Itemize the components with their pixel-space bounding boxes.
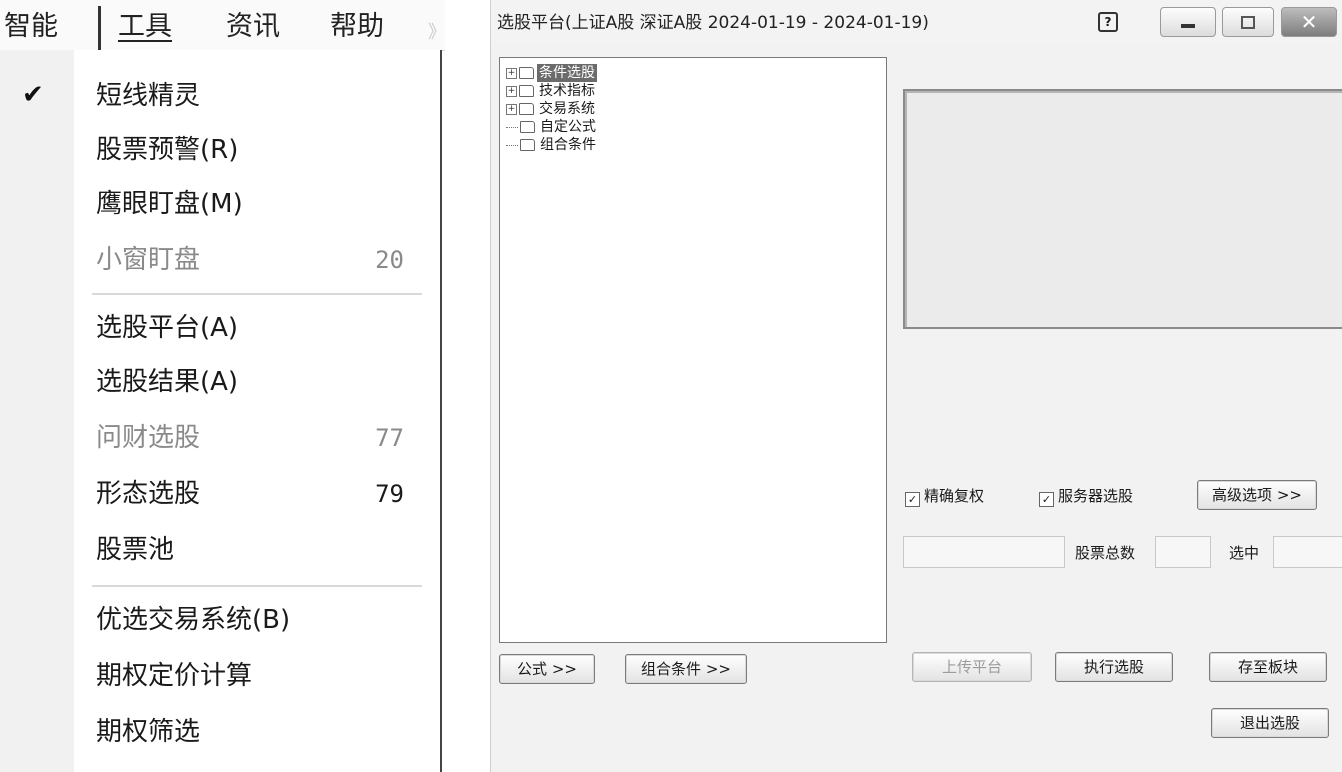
- minimize-icon: [1181, 24, 1195, 28]
- menu-item-label: 股票池: [96, 535, 175, 565]
- selected-count-field: [1273, 536, 1342, 568]
- menu-separator: [92, 585, 422, 587]
- upload-platform-button[interactable]: 上传平台: [912, 652, 1032, 682]
- menu-item-label: 短线精灵: [96, 81, 201, 111]
- close-icon: ✕: [1300, 10, 1318, 34]
- help-icon: ?: [1098, 12, 1118, 32]
- menu-smart[interactable]: 智能: [4, 10, 58, 44]
- folder-icon: [519, 85, 534, 97]
- menu-overflow: 》: [428, 22, 446, 43]
- checkbox-icon: ✓: [1039, 492, 1054, 507]
- dialog-title: 选股平台(上证A股 深证A股 2024-01-19 - 2024-01-19): [497, 13, 929, 33]
- menu-item-label: 问财选股: [96, 423, 201, 453]
- menu-item-label: 选股结果(A): [96, 367, 239, 397]
- menu-item-short-line-spirit[interactable]: ✔ 短线精灵: [0, 70, 438, 122]
- menu-item-selection-result[interactable]: 选股结果(A): [0, 356, 438, 408]
- checkmark-icon: ✔: [22, 80, 44, 110]
- checkbox-label: 精确复权: [924, 487, 985, 505]
- tree-node-label: 组合条件: [540, 137, 596, 153]
- menu-item-option-filter[interactable]: 期权筛选: [0, 706, 438, 758]
- total-stocks-field: [1155, 536, 1211, 568]
- progress-field: [903, 536, 1065, 568]
- expand-icon[interactable]: +: [506, 103, 517, 115]
- menu-item-trading-system[interactable]: 优选交易系统(B): [0, 594, 438, 646]
- expand-icon[interactable]: +: [506, 85, 517, 97]
- checkbox-label: 服务器选股: [1058, 487, 1134, 505]
- menu-item-shortcut: 79: [375, 480, 404, 508]
- tree-node-label: 交易系统: [539, 101, 595, 117]
- maximize-button[interactable]: [1222, 7, 1274, 37]
- tree-connector: [506, 144, 518, 146]
- tree-node-custom-formula[interactable]: 自定公式: [506, 118, 598, 136]
- server-selection-checkbox[interactable]: ✓ 服务器选股: [1039, 486, 1133, 507]
- menu-item-stock-alert[interactable]: 股票预警(R): [0, 124, 438, 176]
- menu-item-label: 形态选股: [96, 479, 201, 509]
- save-to-block-button[interactable]: 存至板块: [1209, 652, 1327, 682]
- formula-button[interactable]: 公式 >>: [499, 654, 595, 684]
- menu-item-label: 优选交易系统(B): [96, 605, 291, 635]
- menu-item-pattern-selection[interactable]: 形态选股 79: [0, 468, 438, 520]
- folder-icon: [520, 139, 535, 151]
- menu-item-eagle-eye[interactable]: 鹰眼盯盘(M): [0, 178, 438, 230]
- folder-icon: [520, 121, 535, 133]
- menu-item-shortcut: 77: [375, 424, 404, 452]
- menu-item-label: 期权筛选: [96, 717, 201, 747]
- menu-active-divider: [98, 6, 101, 50]
- menu-item-label: 选股平台(A): [96, 313, 239, 343]
- tree-node-indicators[interactable]: + 技术指标: [506, 82, 597, 100]
- exact-rights-checkbox[interactable]: ✓ 精确复权: [905, 486, 984, 507]
- tree-node-condition[interactable]: + 条件选股: [506, 64, 597, 82]
- help-button[interactable]: ?: [1093, 7, 1123, 37]
- checkbox-icon: ✓: [905, 492, 920, 507]
- formula-tree[interactable]: + 条件选股 + 技术指标 + 交易系统 自定公式 组合条件: [499, 57, 887, 643]
- folder-icon: [519, 103, 534, 115]
- advanced-options-button[interactable]: 高级选项 >>: [1197, 480, 1317, 510]
- exit-selection-button[interactable]: 退出选股: [1211, 708, 1329, 738]
- menu-item-stock-platform[interactable]: 选股平台(A): [0, 302, 438, 354]
- stock-selection-dialog: 选股平台(上证A股 深证A股 2024-01-19 - 2024-01-19) …: [490, 0, 1342, 772]
- run-selection-button[interactable]: 执行选股: [1055, 652, 1173, 682]
- menu-item-label: 小窗盯盘: [96, 245, 201, 275]
- menu-item-label: 期权定价计算: [96, 661, 253, 691]
- expand-icon[interactable]: +: [506, 67, 517, 79]
- menu-item-stock-pool[interactable]: 股票池: [0, 524, 438, 576]
- tree-node-label: 自定公式: [540, 119, 596, 135]
- menu-item-label: 股票预警(R): [96, 135, 239, 165]
- tree-node-label: 技术指标: [539, 83, 595, 99]
- tree-node-combined[interactable]: 组合条件: [506, 136, 598, 154]
- close-button[interactable]: ✕: [1281, 7, 1337, 37]
- menu-item-shortcut: 20: [375, 246, 404, 274]
- menu-separator: [92, 293, 422, 295]
- minimize-button[interactable]: [1160, 7, 1216, 37]
- smart-dropdown-menu: ✔ 短线精灵 股票预警(R) 鹰眼盯盘(M) 小窗盯盘 20 选股平台(A) 选…: [0, 50, 442, 772]
- selected-label: 选中: [1229, 544, 1260, 562]
- total-stocks-label: 股票总数: [1075, 544, 1136, 562]
- menu-tools[interactable]: 工具: [118, 10, 172, 44]
- formula-description-panel: [903, 89, 1342, 329]
- menu-bar: 智能 工具 资讯 帮助 》: [0, 0, 446, 51]
- menu-item-option-pricing[interactable]: 期权定价计算: [0, 650, 438, 702]
- maximize-icon: [1241, 15, 1255, 29]
- tree-node-trading-system[interactable]: + 交易系统: [506, 100, 597, 118]
- folder-icon: [519, 67, 534, 79]
- menu-item-label: 鹰眼盯盘(M): [96, 189, 243, 219]
- tree-node-label: 条件选股: [537, 64, 597, 82]
- combined-conditions-button[interactable]: 组合条件 >>: [625, 654, 747, 684]
- menu-help[interactable]: 帮助: [330, 10, 384, 44]
- menu-news[interactable]: 资讯: [226, 10, 280, 44]
- tree-connector: [506, 126, 518, 128]
- menu-item-small-window[interactable]: 小窗盯盘 20: [0, 234, 438, 286]
- dialog-title-bar: 选股平台(上证A股 深证A股 2024-01-19 - 2024-01-19) …: [491, 0, 1342, 44]
- menu-item-wencai[interactable]: 问财选股 77: [0, 412, 438, 464]
